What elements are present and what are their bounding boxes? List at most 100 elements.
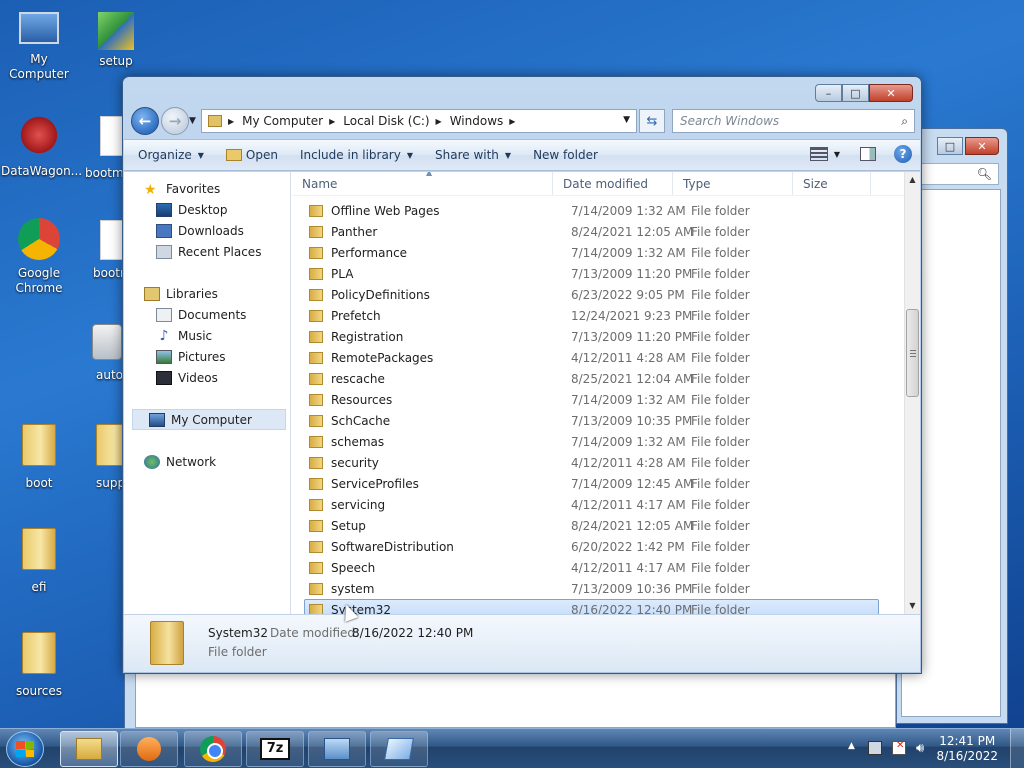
address-history-dropdown[interactable]: ▼ <box>623 115 630 125</box>
breadcrumb-my-computer[interactable]: My Computer <box>242 114 323 128</box>
clock[interactable]: 12:41 PM 8/16/2022 <box>936 734 998 764</box>
help-icon[interactable]: ? <box>894 145 912 163</box>
nav-downloads-label: Downloads <box>178 223 244 238</box>
recent-pages-dropdown[interactable]: ▼ <box>189 116 196 126</box>
file-row[interactable]: Panther 8/24/2021 12:05 AM File folder <box>304 221 879 242</box>
desktop-icon-google-chrome[interactable]: Google Chrome <box>1 218 77 296</box>
search-input[interactable]: Search Windows ⌕ <box>672 109 915 133</box>
taskbar-control-panel[interactable] <box>308 731 366 767</box>
start-button[interactable] <box>6 731 44 767</box>
maximize-button[interactable]: □ <box>842 84 869 102</box>
address-bar[interactable]: ▶ My Computer ▶ Local Disk (C:) ▶ Window… <box>201 109 637 133</box>
change-view-icon[interactable] <box>809 147 828 161</box>
nav-network[interactable]: Network <box>124 451 290 472</box>
vertical-scrollbar[interactable]: ▲ ▼ <box>904 172 920 614</box>
breadcrumb-separator[interactable]: ▶ <box>329 117 335 126</box>
scroll-down-button[interactable]: ▼ <box>905 598 920 614</box>
nav-videos[interactable]: Videos <box>124 367 290 388</box>
taskbar-media-player[interactable] <box>120 731 178 767</box>
file-row[interactable]: ServiceProfiles 7/14/2009 12:45 AM File fo… <box>304 473 879 494</box>
file-row[interactable]: PolicyDefinitions 6/23/2022 9:05 PM File f… <box>304 284 879 305</box>
forward-button[interactable]: → <box>161 107 189 135</box>
column-header-name[interactable]: Name <box>292 172 553 195</box>
explorer-window[interactable]: – □ ✕ ← → ▼ ▶ My Computer ▶ Local Disk (… <box>122 76 922 674</box>
nav-desktop[interactable]: Desktop <box>124 199 290 220</box>
nav-my-computer[interactable]: My Computer <box>132 409 286 430</box>
desktop-icon-efi[interactable]: efi <box>1 528 77 595</box>
file-row[interactable]: Setup 8/24/2021 12:05 AM File folder <box>304 515 879 536</box>
nav-documents[interactable]: Documents <box>124 304 290 325</box>
desktop-icon-boot[interactable]: boot <box>1 424 77 491</box>
file-row[interactable]: PLA 7/13/2009 11:20 PM File folder <box>304 263 879 284</box>
file-row[interactable]: schemas 7/14/2009 1:32 AM File folder <box>304 431 879 452</box>
breadcrumb-windows[interactable]: Windows <box>450 114 504 128</box>
search-icon[interactable]: ⌕ <box>901 114 908 129</box>
nav-libraries[interactable]: Libraries <box>124 283 290 304</box>
show-desktop-button[interactable] <box>1010 729 1024 768</box>
back-button[interactable]: ← <box>131 107 159 135</box>
desktop-icon-my-computer[interactable]: My Computer <box>1 12 77 82</box>
nav-music[interactable]: ♪ Music <box>124 325 290 346</box>
desktop-icon-setup[interactable]: setup <box>78 12 154 69</box>
column-header-type[interactable]: Type <box>673 172 793 195</box>
organize-button[interactable]: Organize ▼ <box>138 148 204 162</box>
file-row[interactable]: security 4/12/2011 4:28 AM File folder <box>304 452 879 473</box>
close-button[interactable]: ✕ <box>869 84 913 102</box>
nav-favorites-label: Favorites <box>166 181 221 196</box>
view-options-dropdown[interactable]: ▼ <box>834 150 840 159</box>
file-row[interactable]: Registration 7/13/2009 11:20 PM File folde… <box>304 326 879 347</box>
desktop-icon-autorun[interactable]: auto <box>80 324 126 383</box>
folder-icon <box>309 519 323 532</box>
nav-recent-places[interactable]: Recent Places <box>124 241 290 262</box>
taskbar-explorer[interactable] <box>60 731 118 767</box>
action-center-icon[interactable] <box>892 740 906 755</box>
desktop-icon-bootm[interactable]: bootm <box>80 116 126 181</box>
nav-pictures[interactable]: Pictures <box>124 346 290 367</box>
nav-downloads[interactable]: Downloads <box>124 220 290 241</box>
desktop-icon-datawagon[interactable]: DataWagon... <box>1 114 82 179</box>
file-row[interactable]: RemotePackages 4/12/2011 4:28 AM File fold… <box>304 347 879 368</box>
breadcrumb-separator[interactable]: ▶ <box>436 117 442 126</box>
refresh-button[interactable]: ⇆ <box>639 109 665 133</box>
file-row[interactable]: Offline Web Pages 7/14/2009 1:32 AM File f… <box>304 200 879 221</box>
file-type: File folder <box>691 602 750 615</box>
background-maximize-button[interactable]: □ <box>937 137 963 155</box>
file-date-modified: 7/13/2009 11:20 PM <box>571 266 693 281</box>
file-type: File folder <box>691 476 750 491</box>
file-row[interactable]: rescache 8/25/2021 12:04 AM File folder <box>304 368 879 389</box>
file-row[interactable]: System32 8/16/2022 12:40 PM File folder <box>304 599 879 614</box>
breadcrumb-local-disk[interactable]: Local Disk (C:) <box>343 114 429 128</box>
taskbar-7zip[interactable]: 7z <box>246 731 304 767</box>
file-row[interactable]: system 7/13/2009 10:36 PM File folder <box>304 578 879 599</box>
column-header-date-modified[interactable]: Date modified <box>553 172 673 195</box>
file-row[interactable]: Speech 4/12/2011 4:17 AM File folder <box>304 557 879 578</box>
open-button[interactable]: Open <box>225 148 278 162</box>
scrollbar-thumb[interactable] <box>906 309 919 397</box>
minimize-button[interactable]: – <box>815 84 842 102</box>
scroll-up-button[interactable]: ▲ <box>905 172 920 188</box>
column-header-size[interactable]: Size <box>793 172 871 195</box>
breadcrumb-separator[interactable]: ▶ <box>228 117 234 126</box>
preview-pane-icon[interactable] <box>860 147 876 161</box>
taskbar-chrome[interactable] <box>184 731 242 767</box>
background-search-input[interactable]: 🔍︎ <box>921 163 999 185</box>
network-status-icon[interactable] <box>868 741 882 755</box>
share-with-button[interactable]: Share with ▼ <box>435 148 511 162</box>
background-close-button[interactable]: ✕ <box>965 137 999 155</box>
new-folder-button[interactable]: New folder <box>533 148 598 162</box>
desktop-icon-bootr[interactable]: bootr <box>80 220 126 281</box>
file-row[interactable]: servicing 4/12/2011 4:17 AM File folder <box>304 494 879 515</box>
taskbar-notepad[interactable] <box>370 731 428 767</box>
file-row[interactable]: Resources 7/14/2009 1:32 AM File folder <box>304 389 879 410</box>
breadcrumb-separator[interactable]: ▶ <box>509 117 515 126</box>
volume-icon[interactable]: 🔊︎ <box>916 741 932 756</box>
include-in-library-button[interactable]: Include in library ▼ <box>300 148 413 162</box>
show-hidden-icons-button[interactable]: ▲ <box>848 741 855 751</box>
file-row[interactable]: Prefetch 12/24/2021 9:23 PM File folder <box>304 305 879 326</box>
nav-favorites[interactable]: ★ Favorites <box>124 178 290 199</box>
file-row[interactable]: SoftwareDistribution 6/20/2022 1:42 PM Fil… <box>304 536 879 557</box>
desktop-icon-support[interactable]: supp <box>80 424 126 491</box>
file-row[interactable]: SchCache 7/13/2009 10:35 PM File folder <box>304 410 879 431</box>
desktop-icon-sources[interactable]: sources <box>1 632 77 699</box>
file-row[interactable]: Performance 7/14/2009 1:32 AM File folder <box>304 242 879 263</box>
